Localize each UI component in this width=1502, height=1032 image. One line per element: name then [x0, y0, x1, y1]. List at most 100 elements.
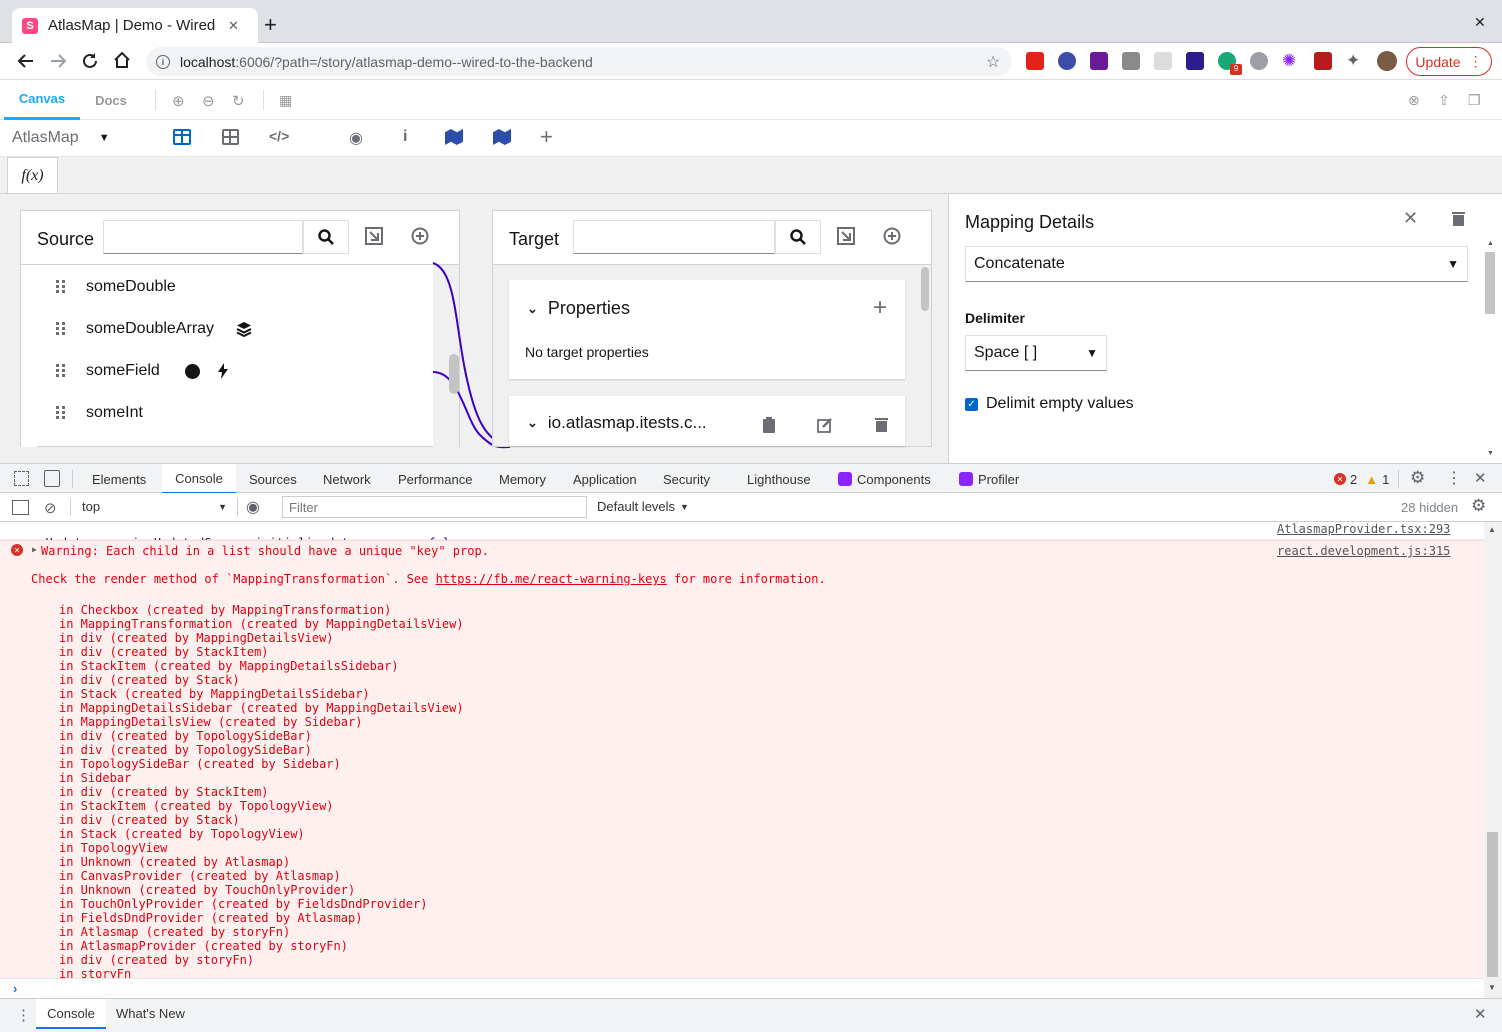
live-expression-eye-icon[interactable]: ◉ [246, 497, 260, 517]
browser-tab[interactable]: S AtlasMap | Demo - Wired ✕ [12, 8, 258, 43]
scroll-up-icon[interactable]: ▲ [1487, 240, 1494, 247]
drawer-tab-console[interactable]: Console [36, 999, 106, 1029]
scroll-up-icon[interactable]: ▲ [1488, 525, 1496, 534]
drag-handle-icon[interactable] [56, 322, 66, 336]
extension-acrobat-icon[interactable] [1026, 52, 1044, 70]
checkbox-checked[interactable]: ✓ [965, 397, 978, 411]
devtools-tab-elements[interactable]: Elements [92, 464, 146, 494]
device-toolbar-icon[interactable] [44, 470, 60, 487]
extensions-puzzle-icon[interactable]: ✦ [1346, 52, 1364, 70]
close-icon[interactable]: ✕ [1403, 208, 1418, 229]
new-tab-button[interactable]: + [264, 12, 277, 38]
add-property-icon[interactable] [411, 227, 429, 245]
close-window-button[interactable]: ✕ [1474, 14, 1486, 31]
drag-handle-icon[interactable] [56, 406, 66, 420]
console-scrollbar[interactable]: ▲ ▼ [1484, 522, 1502, 998]
import-icon[interactable] [365, 227, 383, 245]
source-search-input[interactable] [103, 220, 303, 254]
trash-icon[interactable] [875, 417, 888, 432]
reload-icon[interactable] [81, 52, 99, 70]
code-icon[interactable]: </> [269, 128, 289, 144]
bolt-icon[interactable] [217, 363, 229, 379]
devtools-tab-lighthouse[interactable]: Lighthouse [747, 464, 811, 494]
drawer-tab-whats-new[interactable]: What's New [116, 1006, 185, 1021]
story-select[interactable]: AtlasMap ▼ [12, 129, 110, 147]
close-drawer-icon[interactable]: ✕ [1474, 1005, 1487, 1023]
more-vert-icon[interactable]: ⋮ [1446, 468, 1462, 488]
transformation-select[interactable]: Concatenate ▼ [965, 246, 1468, 282]
table-icon[interactable] [222, 129, 239, 145]
fullscreen-exit-icon[interactable]: ⊗ [1408, 92, 1420, 109]
extension-gray-icon[interactable] [1122, 52, 1140, 70]
back-arrow-icon[interactable] [17, 52, 35, 70]
target-search-button[interactable] [775, 220, 821, 254]
update-button[interactable]: Update ⋮ [1406, 47, 1492, 76]
devtools-tab-components[interactable]: Components [838, 464, 931, 494]
console-settings-gear-icon[interactable]: ⚙ [1471, 496, 1486, 516]
react-warning-keys-link[interactable]: https://fb.me/react-warning-keys [436, 572, 667, 586]
copy-link-icon[interactable]: ❐ [1468, 92, 1481, 109]
edit-icon[interactable] [817, 417, 833, 433]
inspect-element-icon[interactable] [14, 471, 29, 486]
class-header[interactable]: ⌄ io.atlasmap.itests.c... [527, 413, 707, 433]
open-new-tab-icon[interactable]: ⇪ [1438, 92, 1450, 109]
target-scrollbar[interactable] [921, 267, 929, 311]
log-source-link[interactable]: AtlasmapProvider.tsx:293 [1277, 522, 1450, 536]
add-icon[interactable]: + [540, 124, 553, 150]
devtools-tab-application[interactable]: Application [573, 464, 637, 494]
drag-handle-icon[interactable] [56, 280, 66, 294]
info-icon[interactable]: i [156, 54, 170, 69]
zoom-in-icon[interactable]: ⊕ [172, 92, 185, 110]
context-select[interactable]: top ▼ [82, 499, 227, 514]
drag-handle-icon[interactable] [56, 364, 66, 378]
console-filter-input[interactable] [282, 496, 587, 518]
drawer-menu-icon[interactable]: ⋮ [16, 1006, 31, 1024]
delimiter-select[interactable]: Space [ ] ▼ [965, 335, 1107, 371]
address-bar[interactable]: i localhost:6006/?path=/story/atlasmap-d… [146, 47, 1012, 76]
issue-counter[interactable]: ✕ 2 ▲ 1 [1334, 464, 1389, 494]
devtools-tab-console[interactable]: Console [162, 464, 236, 494]
sidebar-toggle-icon[interactable] [12, 500, 29, 515]
scroll-down-icon[interactable]: ▼ [1487, 450, 1494, 457]
mapping-scroll-thumb[interactable] [449, 354, 459, 394]
scroll-down-icon[interactable]: ▼ [1488, 983, 1496, 992]
target-search-input[interactable] [573, 220, 775, 254]
add-property-icon[interactable] [883, 227, 901, 245]
extension-window-icon[interactable] [1090, 52, 1108, 70]
settings-gear-icon[interactable]: ⚙ [1410, 468, 1425, 488]
column-mapper-icon[interactable] [173, 129, 191, 145]
tab-docs[interactable]: Docs [80, 80, 142, 120]
trash-icon[interactable] [1452, 211, 1465, 226]
profile-avatar[interactable] [1377, 51, 1397, 71]
clear-console-icon[interactable]: ⊘ [44, 499, 57, 517]
import-icon[interactable] [837, 227, 855, 245]
close-devtools-icon[interactable]: ✕ [1474, 469, 1487, 487]
clipboard-icon[interactable] [763, 417, 775, 433]
devtools-tab-network[interactable]: Network [323, 464, 371, 494]
delimit-empty-checkbox-row[interactable]: ✓ Delimit empty values [965, 395, 1134, 413]
home-icon[interactable] [113, 51, 131, 69]
extension-bubble-icon[interactable] [1250, 52, 1268, 70]
extension-b-icon[interactable] [1154, 52, 1172, 70]
source-field-somefield[interactable]: someField [38, 350, 229, 392]
properties-header[interactable]: ⌄ Properties [527, 298, 630, 319]
tab-close-icon[interactable]: ✕ [228, 18, 239, 34]
add-target-property-icon[interactable]: + [873, 294, 887, 322]
devtools-tab-performance[interactable]: Performance [398, 464, 472, 494]
tab-canvas[interactable]: Canvas [4, 80, 80, 120]
log-levels-select[interactable]: Default levels ▼ [597, 499, 689, 514]
background-grid-icon[interactable]: ▦ [279, 92, 292, 109]
tab-fx[interactable]: f(x) [7, 157, 58, 193]
extension-f-icon[interactable] [1058, 52, 1076, 70]
extension-z-icon[interactable] [1186, 52, 1204, 70]
extension-react-icon[interactable]: ✺ [1282, 52, 1300, 70]
devtools-tab-memory[interactable]: Memory [499, 464, 546, 494]
source-field-somedouble[interactable]: someDouble [38, 266, 176, 308]
devtools-tab-security[interactable]: Security [663, 464, 710, 494]
source-field-someint[interactable]: someInt [38, 392, 143, 434]
details-scrollbar[interactable] [1485, 252, 1495, 314]
forward-arrow-icon[interactable] [49, 52, 67, 70]
mapped-fields-icon[interactable] [445, 129, 463, 145]
url-text[interactable]: localhost:6006/?path=/story/atlasmap-dem… [180, 54, 593, 70]
devtools-tab-profiler[interactable]: Profiler [959, 464, 1019, 494]
